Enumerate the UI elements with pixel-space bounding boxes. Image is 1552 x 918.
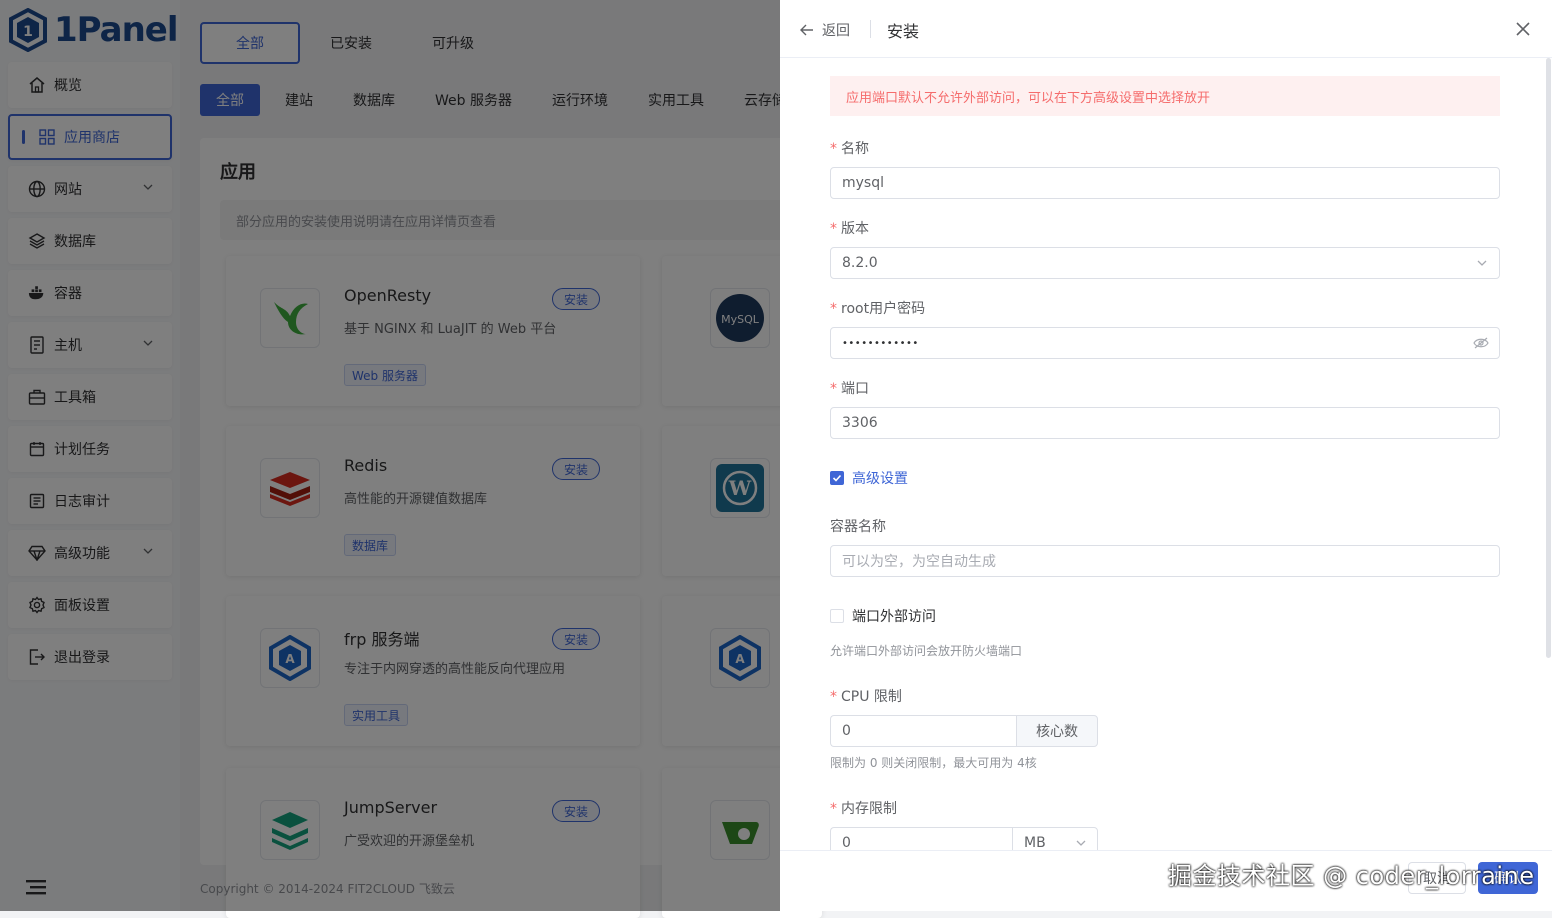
arrow-left-icon (800, 24, 813, 36)
container-name-label: 容器名称 (830, 519, 886, 535)
checkbox-unchecked-icon (830, 609, 844, 623)
advanced-settings-label: 高级设置 (852, 471, 908, 487)
watermark: 掘金技术社区 @ coder_lorraine (1168, 862, 1535, 890)
port-input[interactable]: 3306 (830, 407, 1500, 439)
back-button[interactable]: 返回 (800, 20, 850, 40)
chevron-down-icon (1477, 260, 1487, 266)
name-label: * 名称 (830, 141, 869, 157)
external-access-label: 端口外部访问 (852, 609, 936, 625)
drawer-header: 返回 安装 (780, 0, 1552, 58)
version-value: 8.2.0 (842, 255, 878, 271)
version-select[interactable]: 8.2.0 (830, 247, 1500, 279)
header-divider (870, 20, 871, 38)
port-label: * 端口 (830, 381, 869, 397)
back-label: 返回 (822, 23, 850, 39)
cpu-input[interactable]: 0 (830, 715, 1016, 747)
scrollbar-thumb[interactable] (1546, 58, 1551, 658)
password-input[interactable]: •••••••••••• (830, 327, 1500, 359)
cpu-help: 限制为 0 则关闭限制，最大可用为 4核 (830, 756, 1037, 770)
drawer-scrollbar[interactable] (1544, 58, 1552, 850)
advanced-settings-checkbox[interactable]: 高级设置 (830, 468, 908, 488)
eye-hidden-icon[interactable] (1473, 336, 1489, 350)
cpu-input-group: 0 核心数 (830, 715, 1098, 747)
name-input[interactable]: mysql (830, 167, 1500, 199)
cpu-unit: 核心数 (1016, 715, 1098, 747)
version-label: * 版本 (830, 221, 869, 237)
chevron-down-icon (1076, 840, 1086, 846)
external-access-checkbox[interactable]: 端口外部访问 (830, 606, 936, 626)
install-drawer: 返回 安装 应用端口默认不允许外部访问，可以在下方高级设置中选择放开 * 名称 m… (780, 0, 1552, 911)
port-warning-alert: 应用端口默认不允许外部访问，可以在下方高级设置中选择放开 (830, 76, 1500, 116)
container-name-input[interactable]: 可以为空，为空自动生成 (830, 545, 1500, 577)
modal-overlay[interactable] (0, 0, 780, 911)
external-access-help: 允许端口外部访问会放开防火墙端口 (830, 644, 1023, 658)
memory-label: * 内存限制 (830, 801, 897, 817)
cpu-label: * CPU 限制 (830, 689, 902, 705)
checkbox-checked-icon (830, 471, 844, 485)
password-label: * root用户密码 (830, 301, 926, 317)
password-value: •••••••••••• (842, 337, 919, 349)
drawer-title: 安装 (887, 22, 920, 41)
memory-unit: MB (1024, 835, 1046, 851)
close-icon[interactable] (1514, 20, 1532, 42)
